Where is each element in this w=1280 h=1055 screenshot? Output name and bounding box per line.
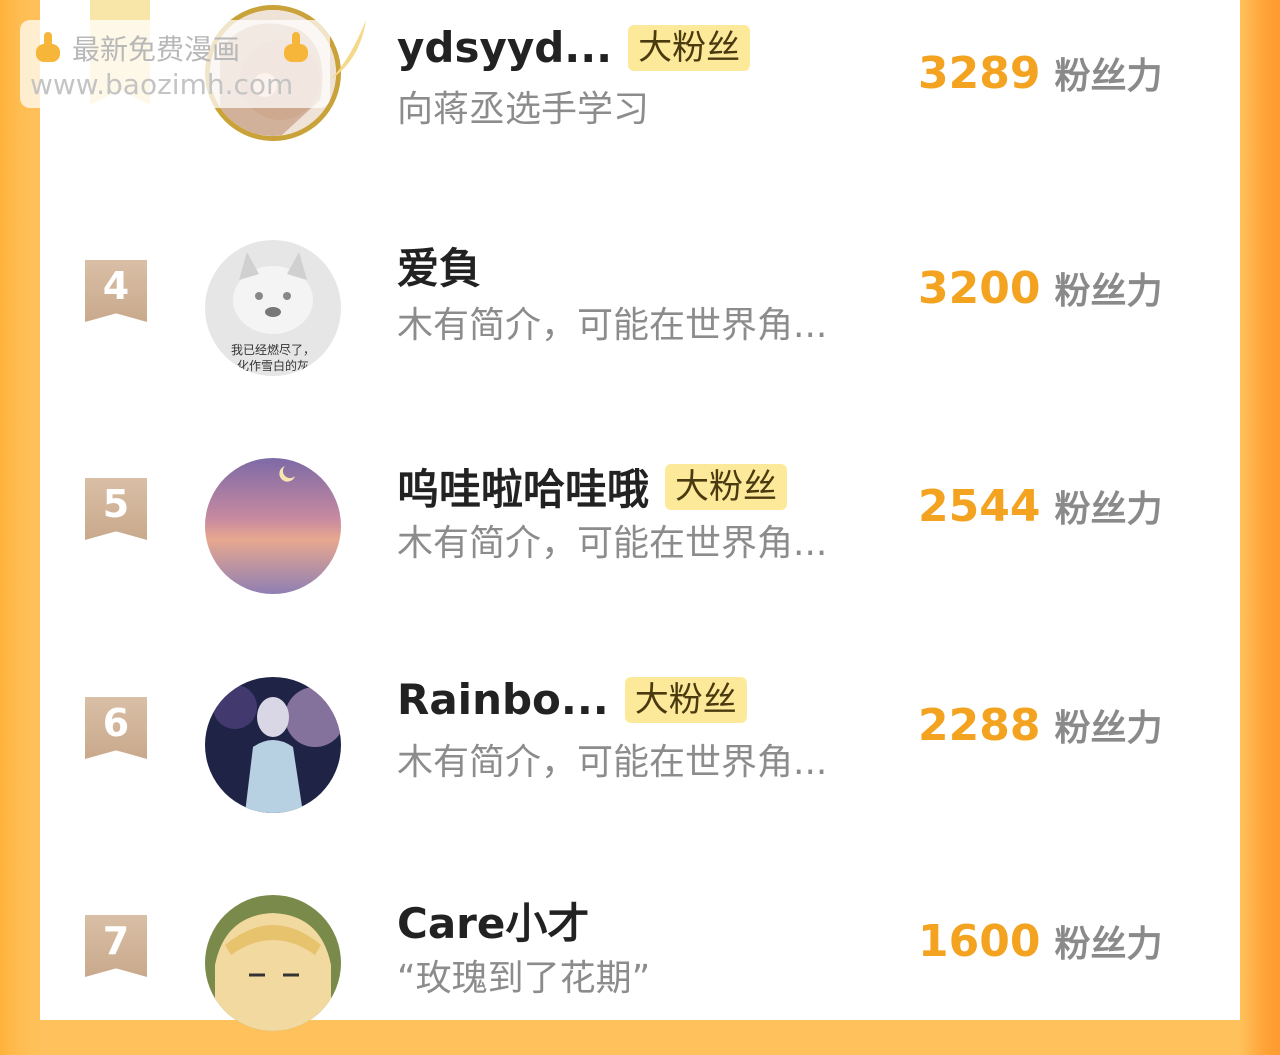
user-name-line: 爱負 — [397, 235, 481, 296]
fan-power-value: 3289 — [918, 48, 1041, 99]
rank-ribbon: 7 — [85, 915, 147, 977]
wing-decoration-icon — [330, 20, 366, 80]
fan-ranking-card: ydsyyd... 大粉丝 向蒋丞选手学习 3289 粉丝力 4 我已经燃尽了，… — [40, 0, 1240, 1031]
rank-ribbon: 5 — [85, 478, 147, 540]
user-description: “玫瑰到了花期” — [397, 958, 651, 999]
fan-power-unit: 粉丝力 — [1054, 924, 1163, 965]
fan-power-score: 2544 粉丝力 — [918, 480, 1162, 532]
big-fan-badge: 大粉丝 — [628, 24, 751, 71]
fan-power-score: 3289 粉丝力 — [918, 47, 1162, 99]
fan-power-unit: 粉丝力 — [1054, 708, 1163, 749]
pointing-hand-icon — [284, 32, 308, 62]
user-name[interactable]: 爱負 — [397, 235, 481, 296]
ranking-row[interactable]: 4 我已经燃尽了， 化作雪白的灰 爱負 木有简介，可能在世界角... 3200 … — [40, 240, 1240, 400]
avatar-caption-line1: 我已经燃尽了， — [231, 342, 315, 357]
fan-power-value: 2544 — [918, 481, 1041, 532]
ranking-row[interactable]: 7 Care小才 “玫瑰到了花期” 1600 粉丝力 — [40, 895, 1240, 1055]
rank-ribbon: 4 — [85, 260, 147, 322]
user-description: 木有简介，可能在世界角... — [397, 523, 828, 564]
big-fan-badge: 大粉丝 — [665, 463, 788, 510]
user-name[interactable]: 呜哇啦哈哇哦 — [397, 456, 649, 517]
user-avatar[interactable]: 我已经燃尽了， 化作雪白的灰 — [205, 240, 341, 376]
user-avatar[interactable] — [205, 895, 341, 1031]
user-description: 木有简介，可能在世界角... — [397, 742, 828, 783]
avatar-image — [205, 677, 341, 813]
user-name-line: 呜哇啦哈哇哦 大粉丝 — [397, 456, 788, 517]
fan-power-score: 1600 粉丝力 — [918, 915, 1162, 967]
user-avatar[interactable] — [205, 677, 341, 813]
avatar-image — [205, 458, 341, 594]
user-name[interactable]: Rainbo... — [397, 675, 609, 724]
avatar-image: 我已经燃尽了， 化作雪白的灰 — [205, 240, 341, 376]
user-name-line: Rainbo... 大粉丝 — [397, 675, 747, 724]
site-watermark: 最新免费漫画 www.baozimh.com — [20, 20, 330, 108]
rank-ribbon: 6 — [85, 697, 147, 759]
fan-power-value: 3200 — [918, 263, 1041, 314]
fan-power-value: 1600 — [918, 916, 1041, 967]
ranking-row[interactable]: 6 Rainbo... 大粉丝 木有简介，可能在世界角... 2288 粉丝力 — [40, 675, 1240, 837]
fan-power-score: 2288 粉丝力 — [918, 699, 1162, 751]
watermark-title: 最新免费漫画 — [72, 33, 241, 66]
pointing-hand-icon — [36, 32, 60, 62]
fan-power-unit: 粉丝力 — [1054, 489, 1163, 530]
ranking-row[interactable]: 5 呜哇啦哈哇哦 大粉丝 木有简介，可能在世界角... 2544 粉丝力 — [40, 458, 1240, 618]
fan-power-score: 3200 粉丝力 — [918, 262, 1162, 314]
user-description: 木有简介，可能在世界角... — [397, 305, 828, 346]
user-name[interactable]: Care小才 — [397, 890, 589, 951]
fan-power-unit: 粉丝力 — [1054, 56, 1163, 97]
user-description: 向蒋丞选手学习 — [397, 89, 650, 130]
user-name-line: ydsyyd... 大粉丝 — [397, 23, 751, 72]
user-name[interactable]: ydsyyd... — [397, 23, 612, 72]
avatar-caption-line2: 化作雪白的灰 — [237, 358, 309, 373]
big-fan-badge: 大粉丝 — [624, 676, 747, 723]
user-avatar[interactable] — [205, 458, 341, 594]
fan-power-unit: 粉丝力 — [1054, 271, 1163, 312]
user-name-line: Care小才 — [397, 890, 589, 951]
avatar-image — [205, 895, 341, 1031]
watermark-url: www.baozimh.com — [30, 68, 294, 101]
fan-power-value: 2288 — [918, 700, 1041, 751]
